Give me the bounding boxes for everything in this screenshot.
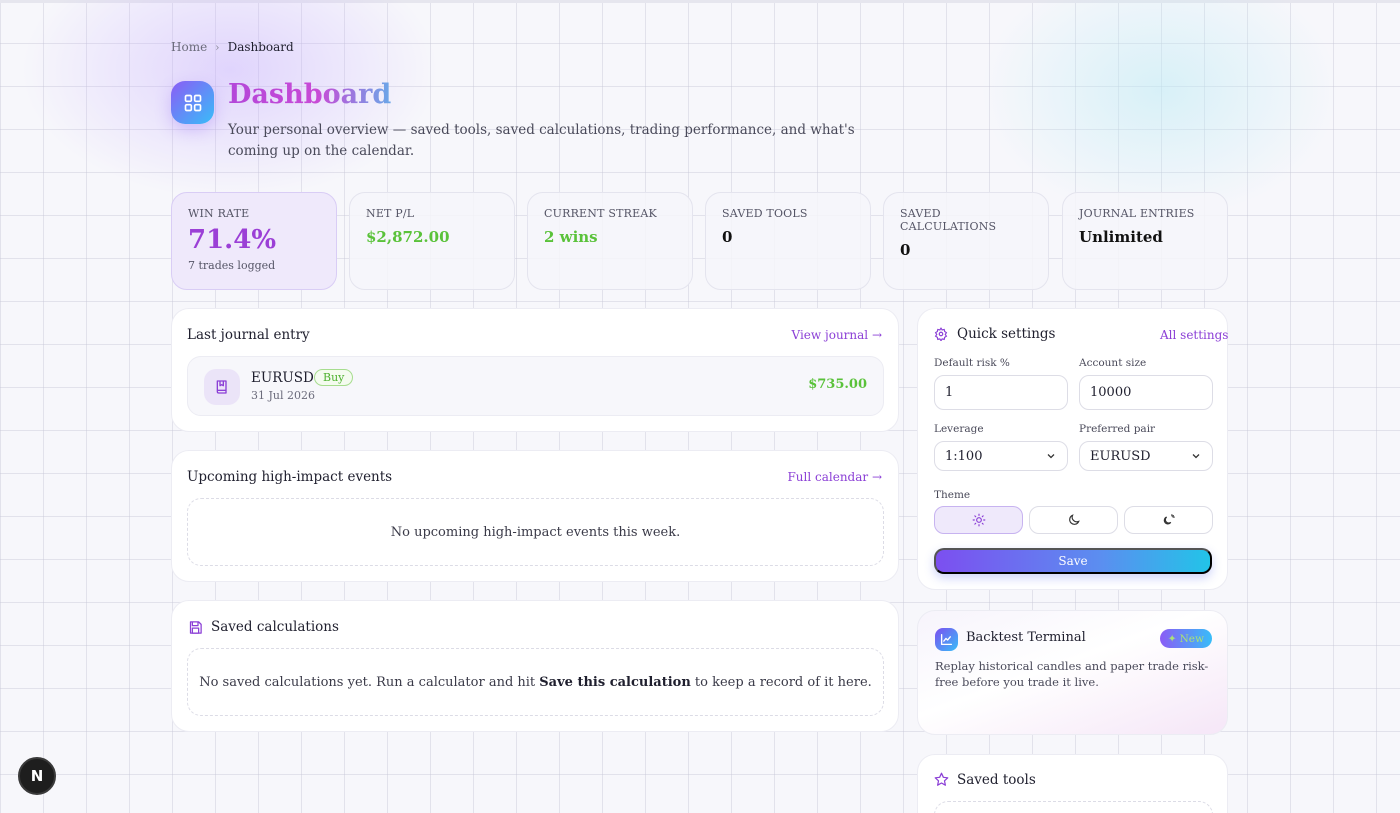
top-border [0,0,1400,3]
chart-line-icon [935,628,958,651]
new-badge-label: New [1179,632,1204,645]
chevron-down-icon [1190,450,1202,462]
sun-icon [972,513,986,527]
stat-label: WIN RATE [188,207,250,220]
save-disk-icon [188,620,203,635]
preferred-pair-select[interactable]: EURUSD [1079,441,1213,471]
all-settings-link[interactable]: All settings [1160,328,1228,342]
stat-label: JOURNAL ENTRIES [1079,207,1195,220]
leverage-select[interactable]: 1:100 [934,441,1068,471]
breadcrumb-current: Dashboard [227,40,294,54]
sparkle-icon: ✦ [1167,632,1177,645]
entry-side-badge: Buy [314,369,354,386]
stat-value: 2 wins [544,228,598,246]
card-title: Saved tools [957,772,1036,788]
last-journal-entry-card: Last journal entry View journal → EURUSD… [171,308,899,432]
stat-saved-tools: SAVED TOOLS 0 [705,192,871,290]
card-title: Last journal entry [187,327,310,343]
dashboard-grid-icon [171,81,214,124]
saved-calculations-empty-state: No saved calculations yet. Run a calcula… [187,648,884,716]
moon-icon [1067,513,1081,527]
stat-label: CURRENT STREAK [544,207,657,220]
stat-label: NET P/L [366,207,415,220]
backtest-title: Backtest Terminal [966,630,1086,645]
breadcrumb-home[interactable]: Home [171,40,207,54]
gear-icon [934,327,948,341]
quick-settings-title: Quick settings [957,326,1056,342]
empty-text-before: No saved calculations yet. Run a calcula… [199,674,540,690]
default-risk-label: Default risk % [934,357,1010,369]
leverage-label: Leverage [934,423,984,435]
saved-tools-empty-state [934,801,1213,813]
view-journal-link[interactable]: View journal → [792,328,882,342]
theme-system-button[interactable] [1124,506,1213,534]
preferred-pair-label: Preferred pair [1079,423,1156,435]
new-badge: ✦ New [1159,629,1212,648]
card-title: Upcoming high-impact events [187,469,393,485]
theme-dark-button[interactable] [1029,506,1118,534]
breadcrumb-separator: › [215,40,220,54]
default-risk-input[interactable]: 1 [934,375,1068,410]
system-theme-icon [1162,513,1176,527]
card-title: Saved calculations [211,619,339,635]
stat-sub: 7 trades logged [188,259,276,272]
stat-value: 71.4% [188,225,277,255]
stat-net-pl: NET P/L $2,872.00 [349,192,515,290]
preferred-pair-value: EURUSD [1090,448,1151,464]
save-settings-button[interactable]: Save [934,548,1212,574]
stat-label: SAVED CALCULATIONS [900,207,997,233]
stat-value: 0 [722,228,733,246]
stat-value: $2,872.00 [366,228,450,246]
page-title: Dashboard [228,79,392,110]
leverage-value: 1:100 [945,448,983,464]
empty-text-after: to keep a record of it here. [690,674,872,690]
entry-pair: EURUSD [251,370,314,386]
stat-journal-entries: JOURNAL ENTRIES Unlimited [1062,192,1228,290]
journal-entry-row[interactable]: EURUSD Buy 31 Jul 2026 $735.00 [187,356,884,416]
stat-saved-calculations: SAVED CALCULATIONS 0 [883,192,1049,290]
stat-label: SAVED TOOLS [722,207,808,220]
stat-current-streak: CURRENT STREAK 2 wins [527,192,693,290]
account-size-input[interactable]: 10000 [1079,375,1213,410]
book-icon [204,369,240,405]
saved-tools-card: Saved tools [917,754,1228,813]
account-size-label: Account size [1079,357,1147,369]
events-empty-state: No upcoming high-impact events this week… [187,498,884,566]
background-glow-right [980,0,1340,220]
empty-text-bold: Save this calculation [539,674,691,690]
stat-value: Unlimited [1079,228,1163,246]
chevron-down-icon [1045,450,1057,462]
dev-tools-badge[interactable]: N [18,757,56,795]
saved-calculations-card: Saved calculations No saved calculations… [171,600,899,732]
page-subtitle: Your personal overview — saved tools, sa… [228,122,855,159]
stat-win-rate: WIN RATE 71.4% 7 trades logged [171,192,337,290]
breadcrumb: Home › Dashboard [171,40,294,54]
backtest-terminal-card[interactable]: Backtest Terminal ✦ New Replay historica… [917,610,1228,735]
full-calendar-link[interactable]: Full calendar → [787,470,882,484]
upcoming-events-card: Upcoming high-impact events Full calenda… [171,450,899,582]
theme-label: Theme [934,489,971,501]
star-icon [934,772,949,787]
stat-value: 0 [900,241,911,259]
theme-light-button[interactable] [934,506,1023,534]
entry-amount: $735.00 [808,377,867,392]
backtest-description: Replay historical candles and paper trad… [935,659,1209,689]
entry-date: 31 Jul 2026 [251,389,315,402]
